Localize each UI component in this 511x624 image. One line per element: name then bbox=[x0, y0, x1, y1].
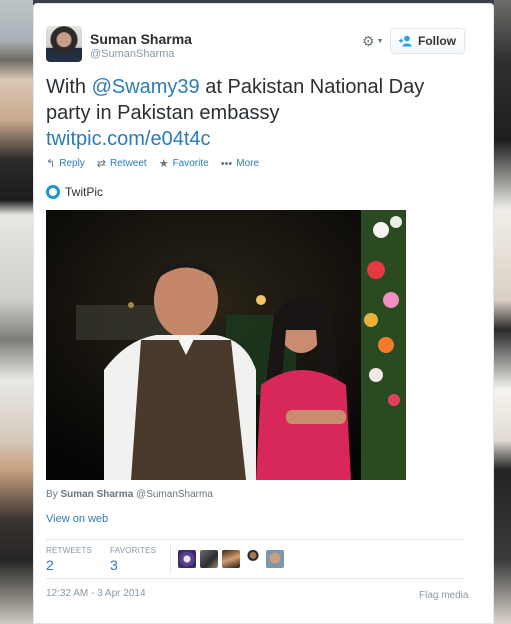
attribution-prefix: By bbox=[46, 489, 58, 500]
tweet-actions: ↰ Reply ⇄ Retweet ★ Favorite ••• More bbox=[46, 157, 259, 171]
avatar[interactable] bbox=[178, 550, 196, 568]
tweet-timestamp[interactable]: 12:32 AM - 3 Apr 2014 bbox=[46, 588, 146, 599]
avatar[interactable] bbox=[200, 550, 218, 568]
photo-attribution: By Suman Sharma @SumanSharma bbox=[46, 489, 213, 500]
add-person-icon bbox=[399, 35, 413, 47]
favorites-count: 3 bbox=[110, 557, 118, 573]
gear-icon: ⚙ bbox=[362, 32, 375, 49]
tweet-stats: RETWEETS 2 FAVORITES 3 bbox=[46, 546, 156, 573]
divider bbox=[46, 578, 465, 579]
divider bbox=[170, 544, 171, 574]
twitpic-link[interactable]: twitpic.com/e04t4c bbox=[46, 128, 211, 150]
retweet-button[interactable]: ⇄ Retweet bbox=[97, 157, 147, 170]
tweet-card: Suman Sharma @SumanSharma ⚙ ▼ Follow Wit… bbox=[33, 3, 494, 624]
retweets-stat[interactable]: RETWEETS 2 bbox=[46, 546, 92, 573]
chevron-down-icon: ▼ bbox=[376, 37, 384, 45]
retweet-icon: ⇄ bbox=[96, 158, 107, 170]
media-provider-label: TwitPic bbox=[65, 185, 104, 199]
attribution-handle[interactable]: @SumanSharma bbox=[136, 489, 213, 500]
user-handle[interactable]: @SumanSharma bbox=[90, 48, 175, 60]
reply-button[interactable]: ↰ Reply bbox=[46, 157, 85, 170]
reply-label: Reply bbox=[59, 158, 85, 169]
favorites-label: FAVORITES bbox=[110, 546, 157, 555]
background-right-strip bbox=[494, 0, 511, 624]
attribution-name[interactable]: Suman Sharma bbox=[60, 489, 133, 500]
avatar[interactable] bbox=[46, 26, 82, 62]
flag-media-link[interactable]: Flag media bbox=[419, 590, 468, 601]
settings-menu-button[interactable]: ⚙ ▼ bbox=[362, 30, 388, 52]
mention-link[interactable]: @Swamy39 bbox=[92, 76, 200, 98]
tweet-photo[interactable] bbox=[46, 210, 406, 480]
twitpic-logo-icon bbox=[46, 185, 60, 199]
follow-button[interactable]: Follow bbox=[390, 28, 465, 54]
more-button[interactable]: ••• More bbox=[221, 157, 259, 170]
tweet-text-before: With bbox=[46, 76, 92, 98]
avatar[interactable] bbox=[222, 550, 240, 568]
media-provider[interactable]: TwitPic bbox=[46, 185, 103, 199]
more-label: More bbox=[236, 158, 260, 169]
retweets-label: RETWEETS bbox=[46, 546, 93, 555]
favorites-stat[interactable]: FAVORITES 3 bbox=[110, 546, 156, 573]
divider bbox=[46, 539, 465, 540]
star-icon: ★ bbox=[158, 158, 169, 170]
retweets-count: 2 bbox=[46, 557, 54, 573]
follow-label: Follow bbox=[418, 34, 456, 48]
user-name[interactable]: Suman Sharma bbox=[90, 31, 192, 47]
tweet-text: With @Swamy39 at Pakistan National Day p… bbox=[46, 74, 466, 152]
photo-image bbox=[46, 210, 406, 480]
reply-icon: ↰ bbox=[46, 158, 56, 170]
favorite-label: Favorite bbox=[172, 158, 209, 169]
favorite-button[interactable]: ★ Favorite bbox=[159, 157, 209, 170]
favorited-by-list bbox=[178, 550, 284, 568]
avatar[interactable] bbox=[244, 550, 262, 568]
more-icon: ••• bbox=[220, 157, 233, 170]
avatar[interactable] bbox=[266, 550, 284, 568]
background-left-strip bbox=[0, 0, 33, 624]
view-on-web-link[interactable]: View on web bbox=[46, 513, 108, 525]
retweet-label: Retweet bbox=[110, 158, 147, 169]
